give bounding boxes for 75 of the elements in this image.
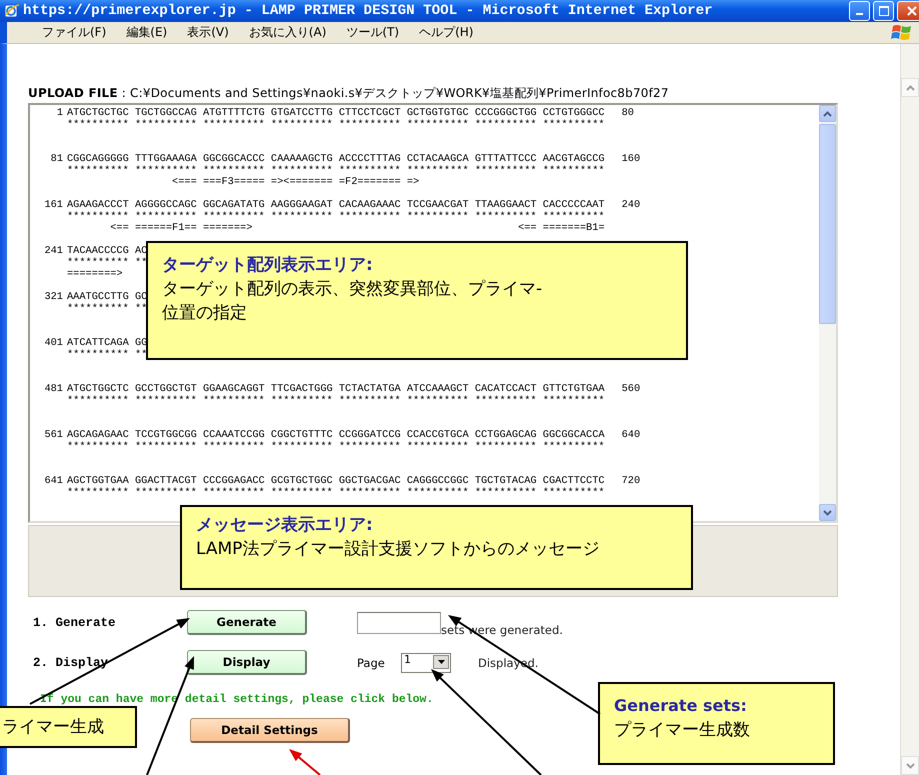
match-stars: ********** ********** ********** ********** ********** ********** ********** ********** — [67, 120, 605, 131]
maximize-button[interactable] — [873, 1, 894, 21]
scroll-up-icon[interactable] — [819, 105, 836, 122]
match-stars: ********** ** — [67, 350, 148, 361]
scroll-down-icon[interactable] — [819, 504, 836, 521]
callout-title: ターゲット配列表示エリア: — [162, 254, 374, 277]
caret-icon — [438, 660, 444, 664]
menu-item[interactable]: お気に入り(A) — [248, 24, 326, 41]
menu-item[interactable]: 編集(E) — [126, 24, 168, 41]
callout-text: LAMP法プライマー設計支援ソフトからのメッセージ — [196, 538, 600, 561]
menu-item[interactable]: 表示(V) — [187, 24, 229, 41]
callout-text: プライマー生成数 — [614, 719, 751, 742]
close-button[interactable] — [897, 1, 919, 21]
step-label: 1. Generate — [32, 616, 117, 630]
close-icon — [907, 6, 917, 16]
position-number: 641 — [43, 476, 63, 488]
position-number: 80 — [622, 108, 634, 120]
callout-text: ターゲット配列の表示、突然変異部位、プライマ- 位置の指定 — [162, 278, 544, 325]
match-stars: ********** ** — [67, 304, 148, 315]
sequence-text: AGAAGACCCT AGGGGCCAGC GGCAGATATG AAGGGAAGAT CACAAGAAAC TCCGAACGAT TTAAGGAACT CACCCCCAAT — [67, 200, 605, 212]
scroll-down-icon[interactable] — [901, 756, 919, 775]
browser-icon — [4, 3, 20, 19]
page-dropdown[interactable]: 1 — [401, 652, 451, 672]
callout-text: ライマー生成 — [2, 716, 105, 739]
sequence-text: CGGCAGGGGG TTTGGAAAGA GGCGGCACCC CAAAAAGCTG ACCCCTTTAG CCTACAAGCA GTTTATTCCC AACGTAGCCG — [67, 154, 605, 166]
position-number: 321 — [43, 292, 63, 304]
generate-button[interactable]: Generate — [187, 610, 307, 635]
minimize-icon — [856, 13, 863, 15]
position-number: 81 — [50, 154, 63, 166]
primer-annotation: <== ======F1== =======> <== =======B1= — [109, 223, 605, 234]
maximize-icon — [878, 6, 888, 16]
scroll-thumb[interactable] — [819, 124, 836, 324]
page-label: Page — [357, 656, 386, 670]
sequence-text: TACAACCCCG AC — [67, 246, 148, 258]
menu-item[interactable]: ツール(T) — [346, 24, 400, 41]
position-number: 481 — [43, 384, 63, 396]
callout-title: Generate sets: — [614, 695, 748, 717]
menu-item[interactable]: ヘルプ(H) — [419, 24, 474, 41]
page-scrollbar[interactable] — [900, 44, 919, 775]
sequence-text: AGCTGGTGAA GGACTTACGT CCCGGAGACC GCGTGCTGGC GGCTGACGAC CAGGGCCGGC TGCTGTACAG CGACTTCCTC — [67, 476, 605, 488]
scroll-up-icon[interactable] — [901, 78, 919, 97]
sequence-text: ATGCTGGCTC GCCTGGCTGT GGAAGCAGGT TTCGACTGGG TCTACTATGA ATCCAAAGCT CACATCCACT GTTCTGTGAA — [67, 384, 605, 396]
windows-logo-icon — [891, 22, 913, 42]
input-field[interactable] — [357, 612, 441, 634]
position-number: 560 — [622, 384, 640, 396]
minimize-button[interactable] — [849, 1, 870, 21]
match-stars: ********** ********** ********** ********** ********** ********** ********** ********** — [67, 166, 605, 177]
callout-title: メッセージ表示エリア: — [196, 514, 374, 537]
sequence-text: ATGCTGCTGC TGCTGGCCAG ATGTTTTCTG GTGATCCTTG CTTCCTCGCT GCTGGTGTGC CCCGGGCTGG CCTGTGGGCC — [67, 108, 605, 120]
position-number: 1 — [56, 108, 63, 120]
position-number: 161 — [43, 200, 63, 212]
scrollbar[interactable] — [819, 105, 836, 521]
position-number: 720 — [622, 476, 640, 488]
match-stars: ********** ********** ********** ********** ********** ********** ********** ********** — [67, 488, 605, 499]
position-number: 401 — [43, 338, 63, 350]
step-label: 2. Display — [32, 656, 110, 670]
primer-annotation: <=== ===F3===== =><======= =F2======= => — [171, 177, 420, 188]
position-number: 160 — [622, 154, 640, 166]
position-number: 241 — [43, 246, 63, 258]
upload-file-path: UPLOAD FILE : C:¥Documents and Settings¥naoki.s¥デスクトップ¥WORK¥塩基配列¥PrimerInfoc8b70f27 — [28, 86, 670, 101]
arrow — [289, 749, 321, 775]
position-number: 640 — [622, 430, 640, 442]
window-title: https://primerexplorer.jp - LAMP PRIMER DESIGN TOOL - Microsoft Internet Explorer — [23, 3, 713, 19]
sequence-text: AAATGCCTTG GC — [67, 292, 148, 304]
display-button[interactable]: Display — [187, 650, 307, 675]
primer-annotation: ========> — [67, 269, 123, 280]
detail-settings-button[interactable]: Detail Settings — [190, 718, 350, 743]
match-stars: ********** ********** ********** ********** ********** ********** ********** ********** — [67, 396, 605, 407]
match-stars: ********** ********** ********** ********** ********** ********** ********** ********** — [67, 442, 605, 453]
menu-item[interactable]: ファイル(F) — [42, 24, 106, 41]
position-number: 561 — [43, 430, 63, 442]
match-stars: ********** ********** ********** ********** ********** ********** ********** ********** — [67, 212, 605, 223]
match-stars: ********** ** — [67, 258, 148, 269]
position-number: 240 — [622, 200, 640, 212]
sequence-text: AGCAGAGAAC TCCGTGGCGG CCAAATCCGG CGGCTGTTTC CCGGGATCCG CCACCGTGCA CCTGGAGCAG GGCGGCACCA — [67, 430, 605, 442]
